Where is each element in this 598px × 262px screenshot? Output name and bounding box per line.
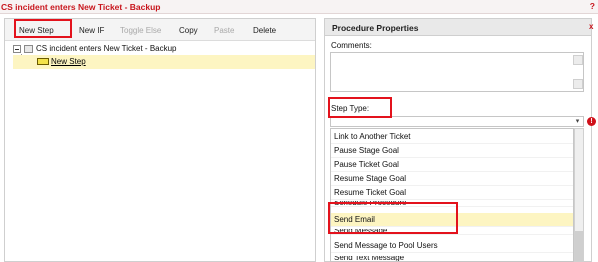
toggle-else-button[interactable]: Toggle Else xyxy=(120,26,161,35)
help-icon[interactable]: ? xyxy=(590,1,595,11)
properties-header: Procedure Properties xyxy=(325,19,591,36)
list-item-send-message-to-pool-users[interactable]: Send Message to Pool Users xyxy=(331,239,573,253)
list-item-send-text-message[interactable]: Send Text Message xyxy=(331,256,573,261)
delete-button[interactable]: Delete xyxy=(253,26,276,35)
scroll-up-icon[interactable] xyxy=(573,55,583,65)
list-item-resume-ticket-goal[interactable]: Resume Ticket Goal xyxy=(331,186,573,200)
close-icon[interactable]: x xyxy=(589,22,598,32)
procedure-icon xyxy=(24,45,33,53)
chevron-down-icon[interactable]: ▾ xyxy=(572,117,583,126)
tree-node-label: New Step xyxy=(51,57,86,66)
procedure-tree-panel: New Step New IF Toggle Else Copy Paste D… xyxy=(4,18,316,262)
tree-node-new-step[interactable]: New Step xyxy=(13,55,315,69)
new-if-button[interactable]: New IF xyxy=(79,26,104,35)
paste-button[interactable]: Paste xyxy=(214,26,234,35)
list-item-resume-stage-goal[interactable]: Resume Stage Goal xyxy=(331,172,573,186)
list-item-pause-stage-goal[interactable]: Pause Stage Goal xyxy=(331,144,573,158)
copy-button[interactable]: Copy xyxy=(179,26,198,35)
scroll-down-icon[interactable] xyxy=(573,79,583,89)
highlight-send-email xyxy=(328,202,458,234)
list-item-pause-ticket-goal[interactable]: Pause Ticket Goal xyxy=(331,158,573,172)
comments-label: Comments: xyxy=(331,41,372,50)
comments-field[interactable] xyxy=(330,52,584,92)
highlight-step-type xyxy=(328,97,392,118)
tree-root-label: CS incident enters New Ticket - Backup xyxy=(36,44,177,53)
step-type-dropdown-list[interactable]: Link to Another Ticket Pause Stage Goal … xyxy=(330,128,574,262)
list-scrollbar[interactable] xyxy=(574,128,584,262)
list-item-link-to-another-ticket[interactable]: Link to Another Ticket xyxy=(331,130,573,144)
window-title: CS incident enters New Ticket - Backup xyxy=(1,2,161,12)
step-icon xyxy=(37,58,49,65)
collapse-icon[interactable] xyxy=(13,45,21,53)
scrollbar-thumb[interactable] xyxy=(575,231,583,261)
window-titlebar: CS incident enters New Ticket - Backup ? xyxy=(0,0,598,14)
error-icon: ! xyxy=(587,117,596,126)
properties-title: Procedure Properties xyxy=(332,23,419,33)
highlight-new-step xyxy=(14,19,72,38)
